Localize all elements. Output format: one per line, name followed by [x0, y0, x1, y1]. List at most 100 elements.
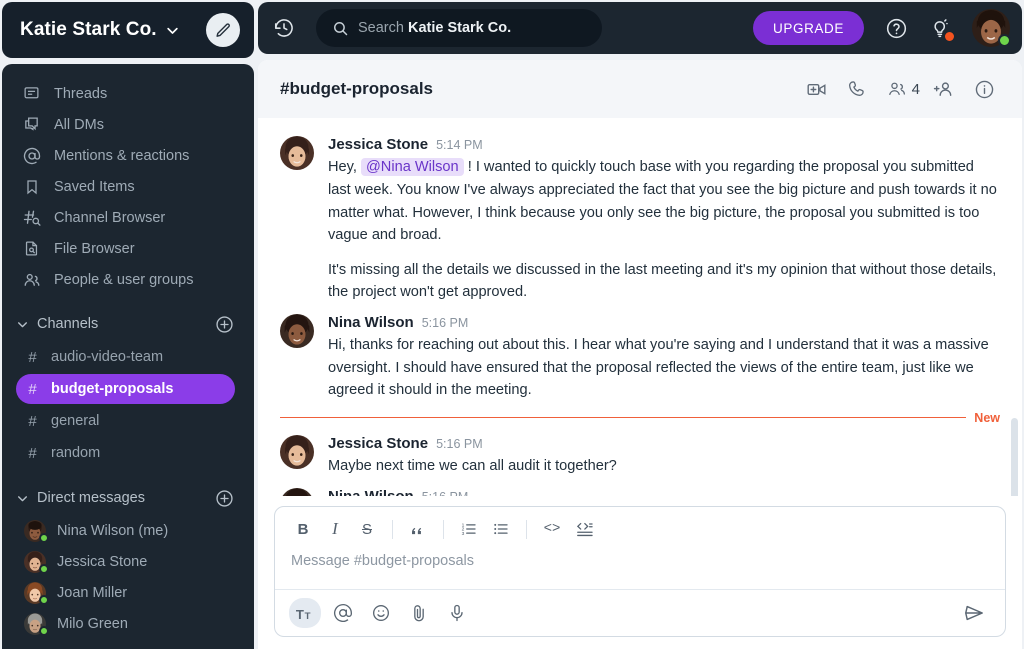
- message-author[interactable]: Nina Wilson: [328, 486, 414, 496]
- at-icon[interactable]: [327, 598, 359, 628]
- phone-icon[interactable]: [840, 71, 876, 107]
- status-dot-online: [39, 594, 49, 605]
- message-input[interactable]: Message #budget-proposals: [275, 549, 1005, 589]
- at-mention-icon: [22, 146, 41, 165]
- search-icon: [332, 20, 349, 37]
- sidebar-dm-nina-wilson[interactable]: Nina Wilson (me): [16, 515, 244, 546]
- paperclip-icon[interactable]: [403, 598, 435, 628]
- sidebar-item-label: File Browser: [54, 240, 135, 257]
- message-author[interactable]: Nina Wilson: [328, 312, 414, 333]
- message-timestamp: 5:14 PM: [436, 138, 483, 153]
- avatar[interactable]: [280, 487, 314, 496]
- sidebar-item-all-dms[interactable]: All DMs: [12, 109, 244, 140]
- workspace-header: Katie Stark Co.: [2, 2, 254, 58]
- status-dot-online: [998, 34, 1011, 48]
- sidebar-item-people-user-groups[interactable]: People & user groups: [12, 264, 244, 295]
- channel-content: #budget-proposals 4 Jessica Stone 5:14 P…: [258, 60, 1022, 649]
- sidebar-dm-milo-green[interactable]: Milo Green: [16, 608, 244, 639]
- hash-icon: #: [28, 412, 37, 430]
- sidebar-channel-random[interactable]: # random: [16, 438, 235, 468]
- sidebar-item-label: Saved Items: [54, 178, 135, 195]
- message-list[interactable]: Jessica Stone 5:14 PM Hey, @Nina Wilson …: [258, 118, 1022, 496]
- message-author[interactable]: Jessica Stone: [328, 134, 428, 155]
- divider-line: [280, 417, 967, 419]
- sidebar-item-label: Channel Browser: [54, 209, 166, 226]
- channel-member-count[interactable]: 4: [881, 79, 920, 99]
- formatting-toolbar: B I S 123 <>: [275, 507, 1005, 549]
- add-dm-button[interactable]: [215, 489, 234, 508]
- message-timestamp: 5:16 PM: [436, 436, 483, 451]
- message-header: Nina Wilson 5:16 PM: [328, 486, 1000, 496]
- channel-label: audio-video-team: [51, 349, 164, 365]
- sidebar-dm-joan-miller[interactable]: Joan Miller: [16, 577, 244, 608]
- channel-label: general: [51, 413, 100, 429]
- sidebar-item-channel-browser[interactable]: Channel Browser: [12, 202, 244, 233]
- message-header: Nina Wilson 5:16 PM: [328, 312, 1000, 333]
- history-icon[interactable]: [264, 8, 304, 48]
- svg-text:T: T: [295, 606, 303, 621]
- channels-section-label: Channels: [37, 316, 99, 332]
- file-search-icon: [22, 239, 41, 258]
- video-camera-icon[interactable]: [799, 71, 835, 107]
- user-avatar[interactable]: [972, 9, 1011, 48]
- status-dot-online: [39, 563, 49, 574]
- search-placeholder: Search Katie Stark Co.: [358, 20, 512, 37]
- composer-footer: TT: [275, 589, 1005, 636]
- sidebar-item-file-browser[interactable]: File Browser: [12, 233, 244, 264]
- sidebar-channel-audio-video-team[interactable]: # audio-video-team: [16, 342, 235, 372]
- threads-icon: [22, 84, 41, 103]
- toolbar-separator: [443, 519, 444, 539]
- channels-section-header[interactable]: Channels: [2, 307, 254, 341]
- italic-button[interactable]: I: [321, 516, 349, 542]
- bulleted-list-button[interactable]: [487, 516, 515, 542]
- right-column: Search Katie Stark Co. UPGRADE #budget-p…: [258, 0, 1024, 649]
- search-input[interactable]: Search Katie Stark Co.: [316, 9, 602, 48]
- dm-section-header[interactable]: Direct messages: [2, 481, 254, 515]
- lightbulb-icon[interactable]: [920, 8, 960, 48]
- toolbar-separator: [392, 519, 393, 539]
- inline-code-button[interactable]: <>: [538, 516, 566, 542]
- code-block-button[interactable]: [570, 516, 598, 542]
- message-body: Jessica Stone 5:16 PM Maybe next time we…: [328, 433, 1000, 478]
- text-format-icon[interactable]: TT: [289, 598, 321, 628]
- new-messages-divider: New: [280, 411, 1000, 425]
- bold-button[interactable]: B: [289, 516, 317, 542]
- avatar[interactable]: [280, 136, 314, 171]
- add-person-icon[interactable]: [925, 71, 961, 107]
- info-circle-icon[interactable]: [966, 71, 1002, 107]
- ordered-list-button[interactable]: 123: [455, 516, 483, 542]
- smiley-icon[interactable]: [365, 598, 397, 628]
- avatar[interactable]: [280, 314, 314, 349]
- avatar[interactable]: [280, 434, 314, 469]
- dm-label: Joan Miller: [57, 584, 128, 601]
- message-text: Hi, thanks for reaching out about this. …: [328, 333, 1000, 402]
- sidebar-channel-general[interactable]: # general: [16, 406, 235, 436]
- sidebar-item-threads[interactable]: Threads: [12, 78, 244, 109]
- add-channel-button[interactable]: [215, 315, 234, 334]
- hash-icon: #: [28, 348, 37, 366]
- strikethrough-button[interactable]: S: [353, 516, 381, 542]
- avatar: [24, 612, 49, 636]
- send-icon[interactable]: [957, 598, 991, 628]
- message-paragraph: Maybe next time we can all audit it toge…: [328, 457, 617, 474]
- sidebar-dm-jessica-stone[interactable]: Jessica Stone: [16, 546, 244, 577]
- compose-message-button[interactable]: [206, 13, 240, 47]
- message-scrollbar[interactable]: [1011, 418, 1018, 496]
- message-text: Hey, @Nina Wilson ! I wanted to quickly …: [328, 155, 1000, 304]
- message-author[interactable]: Jessica Stone: [328, 433, 428, 454]
- microphone-icon[interactable]: [441, 598, 473, 628]
- upgrade-button[interactable]: UPGRADE: [753, 11, 864, 46]
- message-header: Jessica Stone 5:14 PM: [328, 134, 1000, 155]
- message-text: Maybe next time we can all audit it toge…: [328, 454, 1000, 478]
- message-paragraph: It's missing all the details we discusse…: [328, 261, 997, 301]
- message-body: Nina Wilson 5:16 PM Hi, thanks for reach…: [328, 312, 1000, 402]
- user-mention[interactable]: @Nina Wilson: [360, 158, 464, 177]
- sidebar-item-saved-items[interactable]: Saved Items: [12, 171, 244, 202]
- message-timestamp: 5:16 PM: [422, 489, 469, 496]
- sidebar-item-mentions-reactions[interactable]: Mentions & reactions: [12, 140, 244, 171]
- help-circle-icon[interactable]: [876, 8, 916, 48]
- quote-button[interactable]: [404, 516, 432, 542]
- sidebar-channel-budget-proposals[interactable]: # budget-proposals: [16, 374, 235, 404]
- avatar: [24, 581, 49, 605]
- chevron-down-icon[interactable]: [165, 23, 180, 38]
